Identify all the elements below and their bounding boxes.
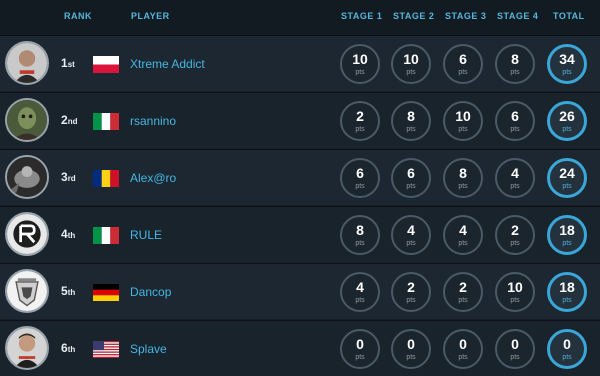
usa-flag-icon (93, 341, 119, 358)
germany-flag-icon (93, 284, 119, 301)
stage4-score: 8 pts (495, 44, 535, 84)
total-score: 18 pts (547, 215, 587, 255)
stage3-header: STAGE 3 (445, 11, 487, 21)
leaderboard: RANK PLAYER STAGE 1 STAGE 2 STAGE 3 STAG… (0, 0, 600, 376)
rank: 1st (61, 56, 75, 70)
table-row: 5th Dancop 4 pts 2 pts 2 pts 10 pts 18 pts (0, 263, 600, 319)
stage1-score: 8 pts (340, 215, 380, 255)
avatar[interactable] (5, 155, 49, 199)
avatar[interactable] (5, 269, 49, 313)
stage4-header: STAGE 4 (497, 11, 539, 21)
total-score: 24 pts (547, 158, 587, 198)
table-row: 4th RULE 8 pts 4 pts 4 pts 2 pts 18 pts (0, 206, 600, 262)
stage1-header: STAGE 1 (341, 11, 383, 21)
stage1-score: 2 pts (340, 101, 380, 141)
avatar[interactable] (5, 41, 49, 85)
italy-flag-icon (93, 227, 119, 244)
stage3-score: 10 pts (443, 101, 483, 141)
stage2-score: 6 pts (391, 158, 431, 198)
stage1-score: 6 pts (340, 158, 380, 198)
stage3-score: 2 pts (443, 272, 483, 312)
stage3-score: 8 pts (443, 158, 483, 198)
stage4-score: 10 pts (495, 272, 535, 312)
player-name-link[interactable]: Dancop (130, 285, 171, 299)
poland-flag-icon (93, 56, 119, 73)
stage3-score: 4 pts (443, 215, 483, 255)
stage4-score: 6 pts (495, 101, 535, 141)
rank: 3rd (61, 170, 76, 184)
avatar[interactable] (5, 326, 49, 370)
italy-flag-icon (93, 113, 119, 130)
avatar[interactable] (5, 212, 49, 256)
stage2-header: STAGE 2 (393, 11, 435, 21)
stage2-score: 8 pts (391, 101, 431, 141)
total-header: TOTAL (553, 11, 585, 21)
table-row: 6th Splave 0 pts 0 pts 0 pts 0 pts 0 pts (0, 320, 600, 376)
stage1-score: 4 pts (340, 272, 380, 312)
stage2-score: 0 pts (391, 329, 431, 369)
romania-flag-icon (93, 170, 119, 187)
stage3-score: 0 pts (443, 329, 483, 369)
stage1-score: 10 pts (340, 44, 380, 84)
rank: 4th (61, 227, 76, 241)
total-score: 18 pts (547, 272, 587, 312)
stage4-score: 2 pts (495, 215, 535, 255)
rank: 6th (61, 341, 76, 355)
total-score: 34 pts (547, 44, 587, 84)
stage2-score: 4 pts (391, 215, 431, 255)
rank: 2nd (61, 113, 78, 127)
avatar[interactable] (5, 98, 49, 142)
stage2-score: 10 pts (391, 44, 431, 84)
player-name-link[interactable]: rsannino (130, 114, 176, 128)
player-name-link[interactable]: Alex@ro (130, 171, 176, 185)
stage3-score: 6 pts (443, 44, 483, 84)
stage4-score: 0 pts (495, 329, 535, 369)
total-score: 26 pts (547, 101, 587, 141)
table-row: 2nd rsannino 2 pts 8 pts 10 pts 6 pts 26 pts (0, 92, 600, 148)
player-name-link[interactable]: Splave (130, 342, 167, 356)
stage4-score: 4 pts (495, 158, 535, 198)
player-name-link[interactable]: RULE (130, 228, 162, 242)
rank-header: RANK (64, 11, 92, 21)
stage2-score: 2 pts (391, 272, 431, 312)
table-row: 3rd Alex@ro 6 pts 6 pts 8 pts 4 pts 24 pts (0, 149, 600, 205)
table-header: RANK PLAYER STAGE 1 STAGE 2 STAGE 3 STAG… (0, 0, 600, 35)
total-score: 0 pts (547, 329, 587, 369)
rank: 5th (61, 284, 76, 298)
stage1-score: 0 pts (340, 329, 380, 369)
table-row: 1st Xtreme Addict 10 pts 10 pts 6 pts 8 pts … (0, 35, 600, 91)
player-name-link[interactable]: Xtreme Addict (130, 57, 205, 71)
player-header: PLAYER (131, 11, 170, 21)
